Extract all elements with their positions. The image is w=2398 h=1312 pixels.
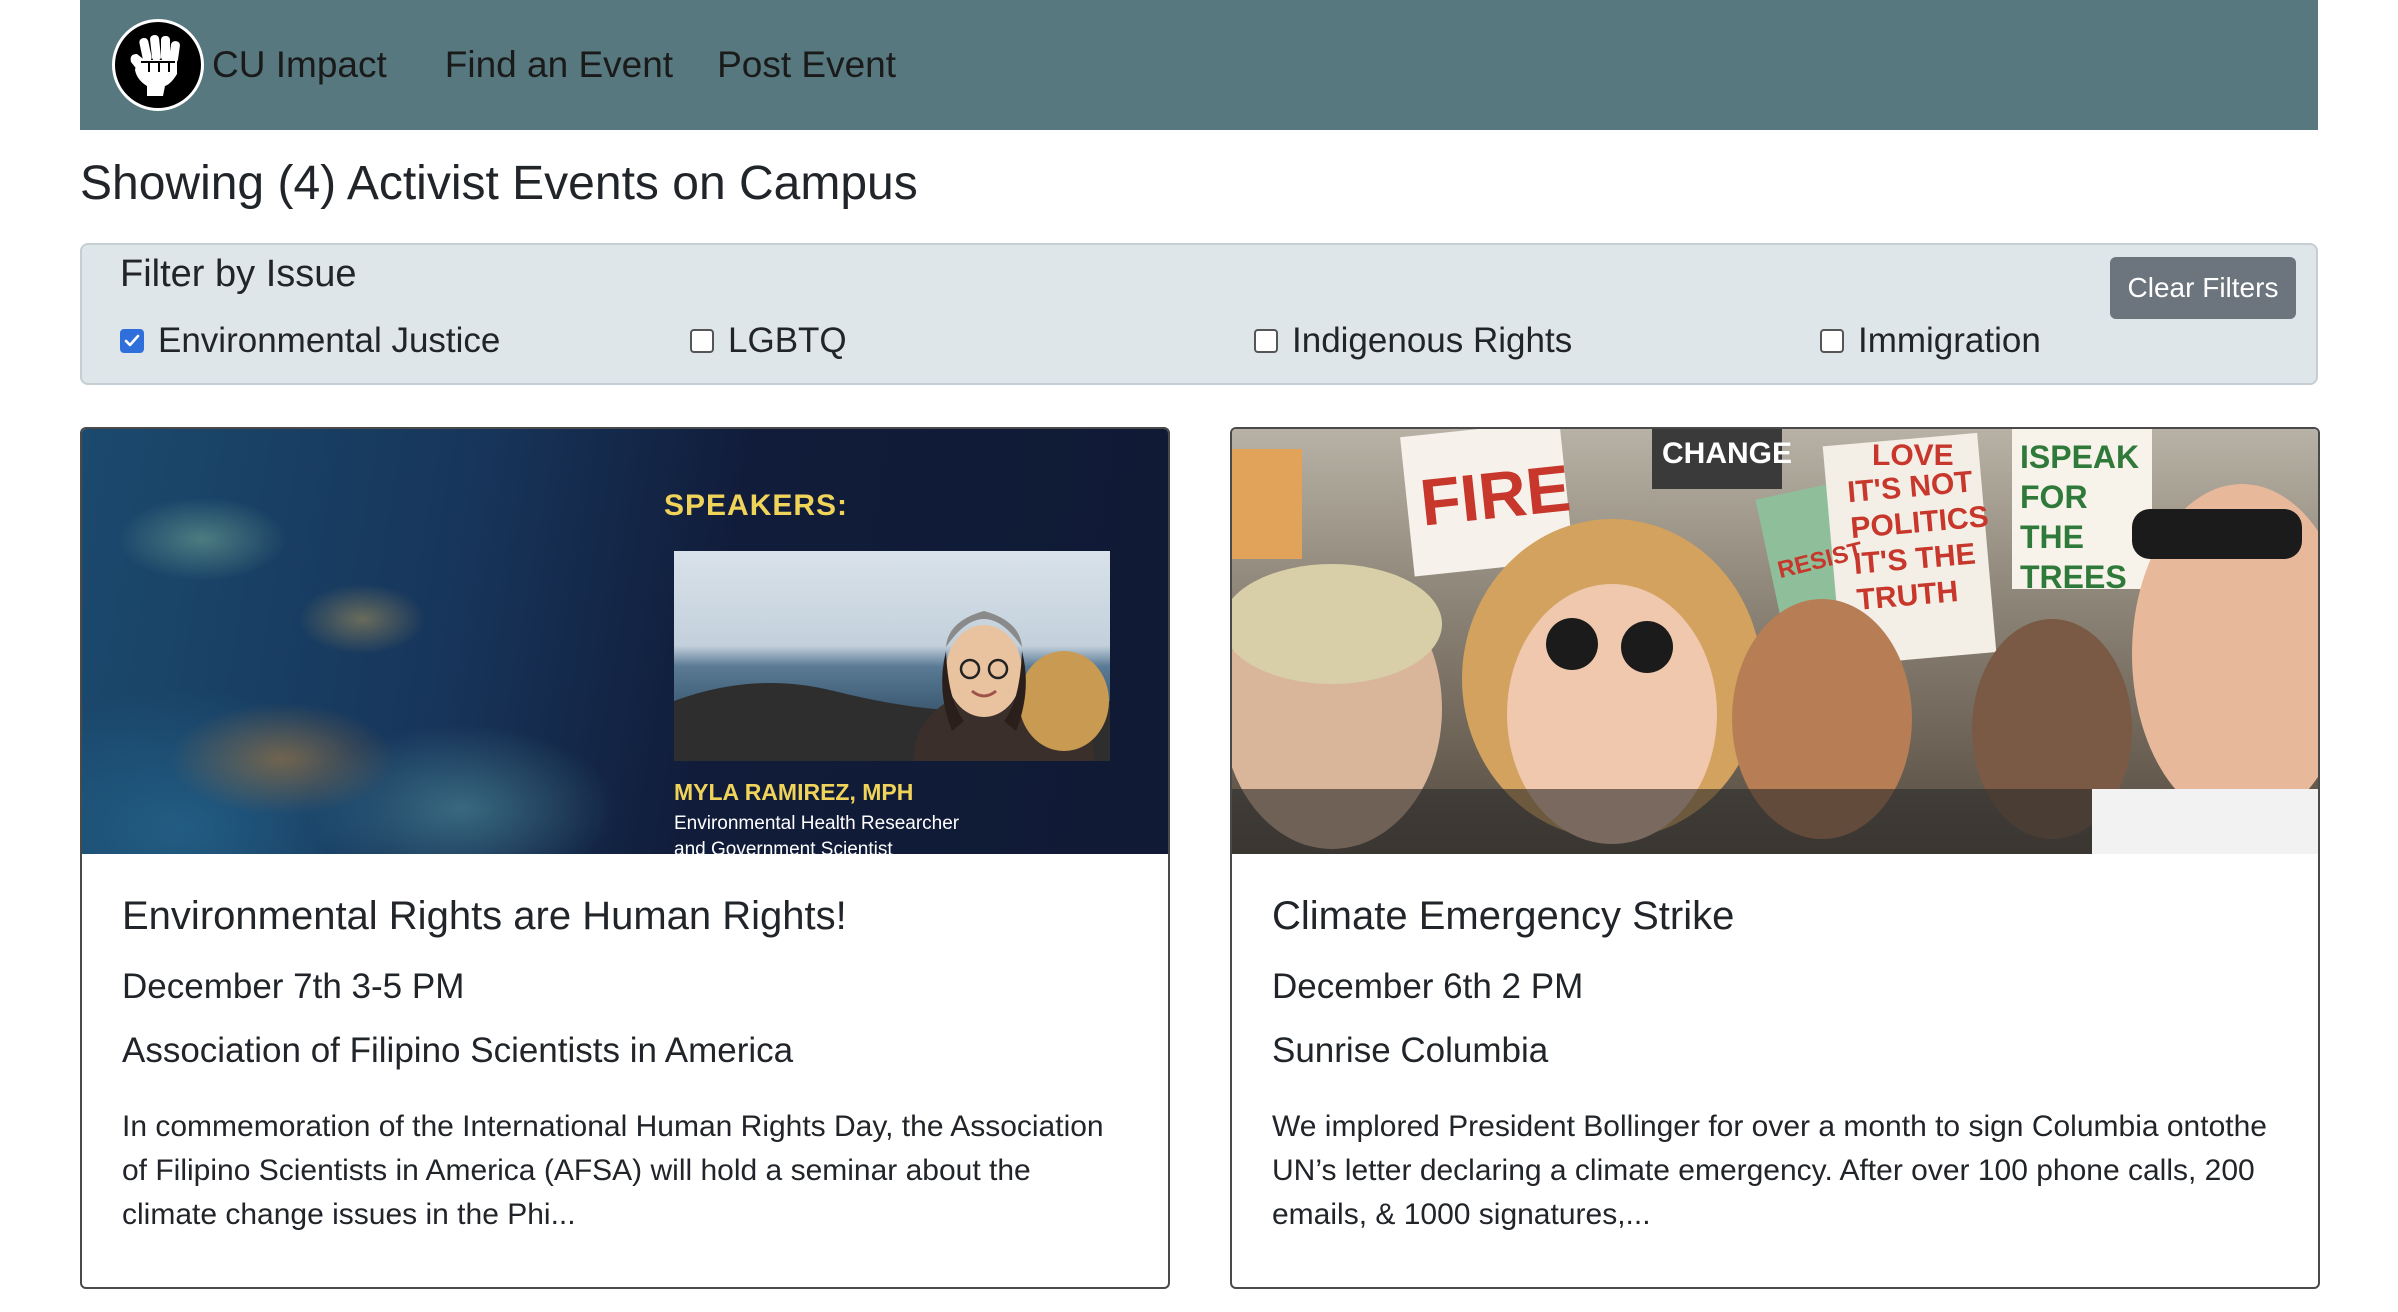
checkbox-icon[interactable] [690,329,714,353]
speaker-name: MYLA RAMIREZ, MPH [674,779,914,805]
sign-text: ISPEAK FOR THE TREES [2020,439,2140,595]
event-date: December 7th 3-5 PM [122,967,465,1006]
filter-label: LGBTQ [728,321,847,360]
event-image: SPEAKERS: MYLA RAMIREZ, MPH Environmenta… [82,429,1168,854]
event-title[interactable]: Climate Emergency Strike [1272,894,2278,939]
checkbox-checked-icon[interactable] [120,329,144,353]
filter-immigration[interactable]: Immigration [1820,321,2041,361]
speaker-role-line: Environmental Health Researcher [674,813,960,834]
clear-filters-button[interactable]: Clear Filters [2110,257,2296,319]
filter-heading: Filter by Issue [120,253,357,295]
event-organization: Association of Filipino Scientists in Am… [122,1031,794,1070]
navbar: CU Impact Find an Event Post Event [80,0,2318,130]
speakers-heading: SPEAKERS: [664,489,849,522]
event-description: We implored President Bollinger for over… [1272,1110,2267,1231]
filter-label: Environmental Justice [158,321,501,360]
event-title[interactable]: Environmental Rights are Human Rights! [122,894,1128,939]
event-date: December 6th 2 PM [1272,967,1584,1006]
card-body: Environmental Rights are Human Rights! D… [122,894,1128,1237]
event-card[interactable]: FIRE IT'S NOT POLITICS IT'S THE TRUTH IS… [1230,427,2320,1289]
filter-indigenous-rights[interactable]: Indigenous Rights [1254,321,1572,361]
nav-find-event[interactable]: Find an Event [445,44,673,86]
filter-environmental-justice[interactable]: Environmental Justice [120,321,500,361]
checkbox-icon[interactable] [1820,329,1844,353]
filter-label: Immigration [1858,321,2041,360]
event-organization: Sunrise Columbia [1272,1031,1549,1070]
filter-lgbtq[interactable]: LGBTQ [690,321,847,361]
nav-post-event[interactable]: Post Event [717,44,896,86]
event-image: FIRE IT'S NOT POLITICS IT'S THE TRUTH IS… [1232,429,2318,854]
sign-text: LOVE [1872,439,1954,472]
sign-text: FIRE [1416,450,1574,540]
raised-fist-icon [112,19,204,111]
speaker-role: Environmental Health Researcher and Gove… [674,811,959,854]
card-body: Climate Emergency Strike December 6th 2 … [1272,894,2278,1237]
event-card[interactable]: SPEAKERS: MYLA RAMIREZ, MPH Environmenta… [80,427,1170,1289]
sign-text: CHANGE [1662,437,1793,470]
event-description: In commemoration of the International Hu… [122,1110,1104,1231]
speaker-photo [674,551,1110,761]
filter-label: Indigenous Rights [1292,321,1573,360]
brand[interactable]: CU Impact [112,0,387,130]
protest-scene [1232,429,2318,854]
speaker-role-line: and Government Scientist [674,839,893,854]
page-title: Showing (4) Activist Events on Campus [80,157,918,210]
brand-name: CU Impact [212,44,387,85]
filter-panel: Filter by Issue Clear Filters Environmen… [80,243,2318,385]
checkbox-icon[interactable] [1254,329,1278,353]
sign-text: IT'S NOT POLITICS IT'S THE TRUTH [1846,465,1990,617]
